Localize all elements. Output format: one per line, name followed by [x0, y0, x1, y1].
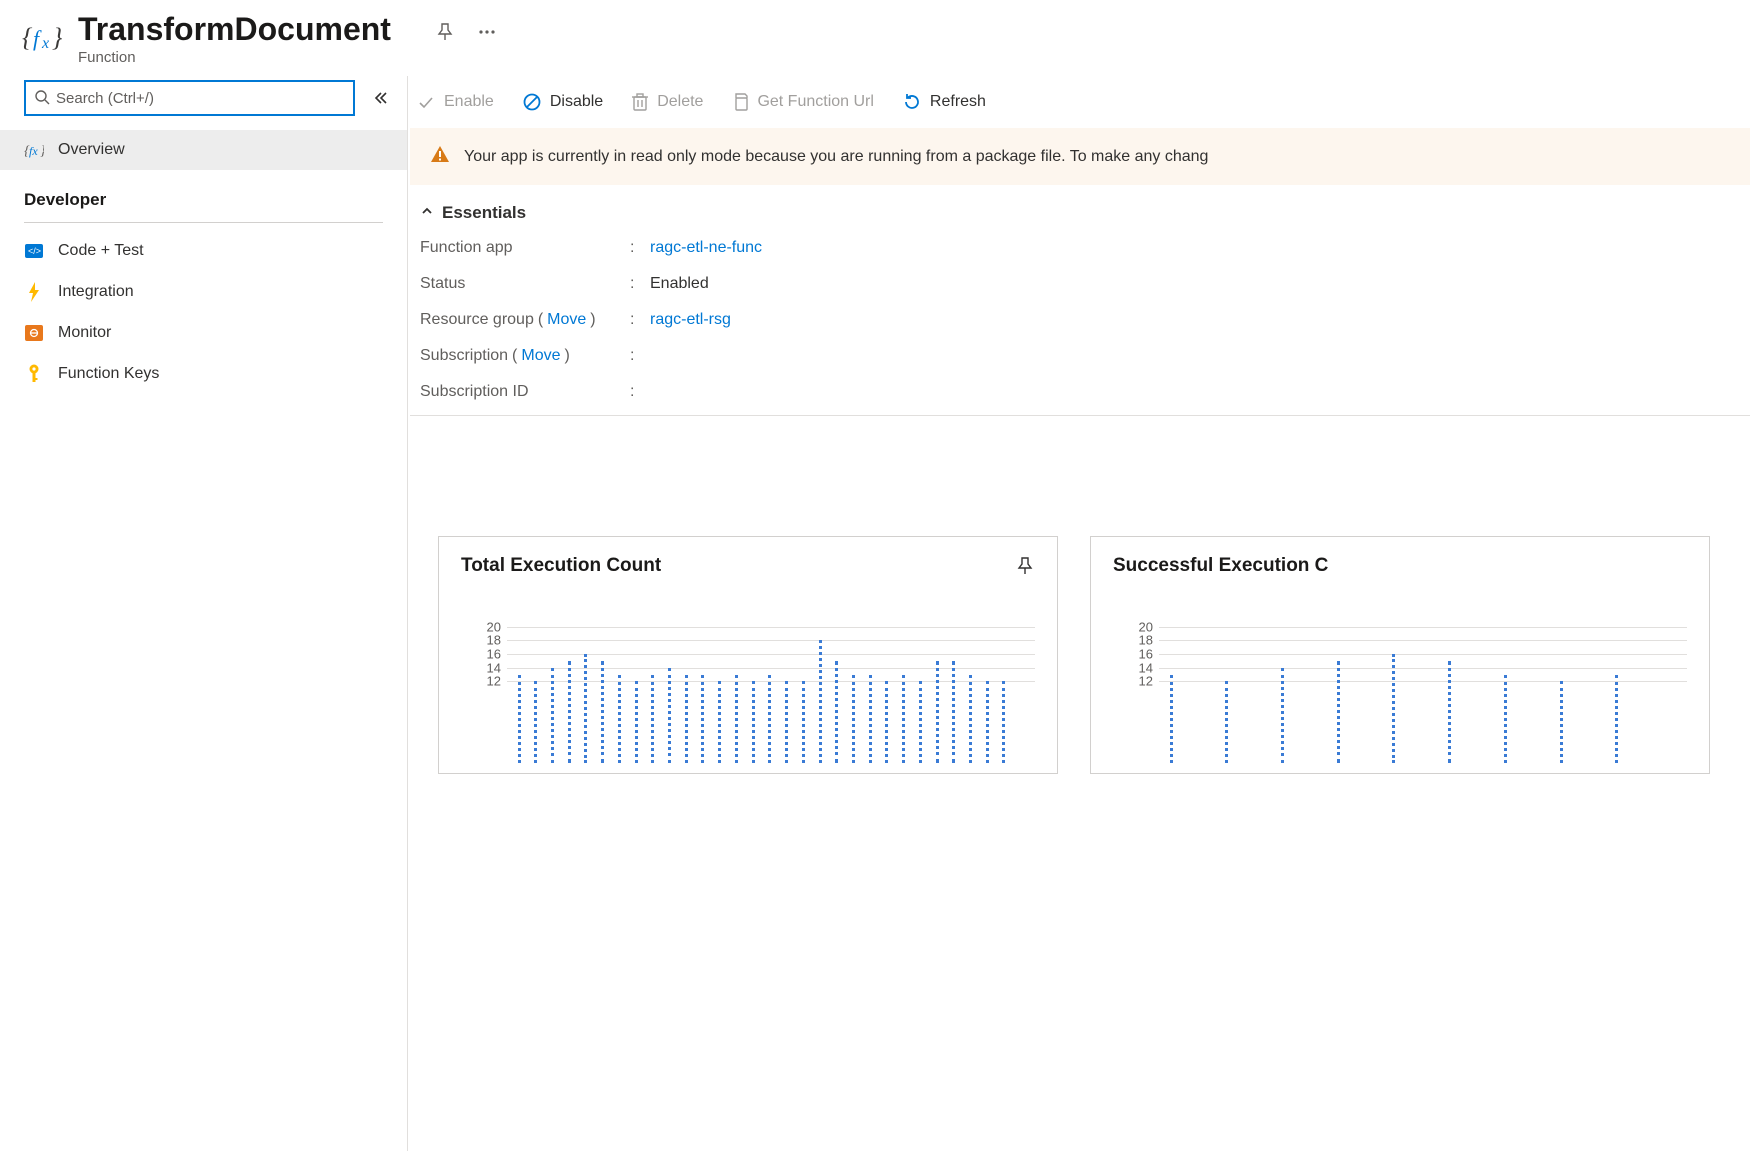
essentials-label: Essentials	[442, 203, 526, 223]
toolbar-label: Disable	[550, 93, 603, 111]
sidebar-item-code-test[interactable]: </> Code + Test	[0, 231, 407, 271]
search-icon	[34, 89, 50, 108]
block-icon	[522, 92, 542, 112]
sidebar-item-label: Monitor	[58, 324, 111, 342]
toolbar-label: Delete	[657, 93, 703, 111]
refresh-icon	[902, 92, 922, 112]
ess-subscription-label: Subscription (Move)	[420, 347, 630, 365]
pin-button[interactable]	[435, 22, 455, 42]
sidebar-divider	[24, 222, 383, 223]
more-button[interactable]	[477, 22, 497, 42]
key-icon	[24, 364, 44, 384]
chart-card-successful-execution: Successful Execution C 1214161820	[1090, 536, 1710, 774]
ess-function-app-link[interactable]: ragc-etl-ne-func	[650, 239, 762, 257]
sidebar-item-label: Code + Test	[58, 242, 144, 260]
toolbar-label: Refresh	[930, 93, 986, 111]
svg-text:x: x	[41, 35, 49, 52]
page-subtitle: Function	[78, 49, 391, 66]
search-input-wrapper[interactable]	[24, 80, 355, 116]
move-subscription-link[interactable]: Move	[521, 347, 560, 365]
chart-plot-area: 1214161820	[1113, 613, 1687, 763]
ess-subscription-id-label: Subscription ID	[420, 383, 630, 401]
page-title: TransformDocument	[78, 12, 391, 47]
sidebar-item-monitor[interactable]: Monitor	[0, 313, 407, 353]
ess-resource-group-label: Resource group (Move)	[420, 311, 630, 329]
svg-text:fx: fx	[29, 144, 38, 158]
ess-status-label: Status	[420, 275, 630, 293]
chevron-up-icon	[420, 203, 434, 223]
svg-text:{: {	[22, 23, 33, 52]
ess-resource-group-link[interactable]: ragc-etl-rsg	[650, 311, 731, 329]
sidebar-item-integration[interactable]: Integration	[0, 271, 407, 313]
move-resource-group-link[interactable]: Move	[547, 311, 586, 329]
copy-icon	[731, 92, 749, 112]
sidebar-section-developer: Developer	[0, 170, 407, 218]
svg-text:</>: </>	[28, 246, 41, 256]
chart-title: Total Execution Count	[461, 555, 661, 577]
toolbar-label: Enable	[444, 93, 494, 111]
lightning-icon	[24, 282, 44, 302]
code-icon: </>	[24, 244, 44, 258]
readonly-warning-banner: Your app is currently in read only mode …	[410, 128, 1750, 185]
chart-card-total-execution: Total Execution Count 1214161820	[438, 536, 1058, 774]
svg-text:}: }	[52, 23, 62, 52]
toolbar: Enable Disable Delete	[408, 76, 1750, 128]
ess-status-value: Enabled	[650, 275, 709, 293]
essentials-toggle[interactable]: Essentials	[420, 203, 1740, 223]
function-icon: { f x }	[20, 16, 62, 58]
svg-text:}: }	[40, 144, 44, 159]
svg-text:f: f	[33, 26, 42, 51]
pin-chart-button[interactable]	[1015, 556, 1035, 576]
trash-icon	[631, 92, 649, 112]
toolbar-label: Get Function Url	[757, 93, 873, 111]
warning-icon	[430, 144, 450, 169]
disable-button[interactable]: Disable	[522, 92, 603, 112]
sidebar-item-function-keys[interactable]: Function Keys	[0, 353, 407, 395]
sidebar-item-label: Integration	[58, 283, 134, 301]
check-icon	[416, 92, 436, 112]
function-small-icon: { fx }	[24, 141, 44, 159]
enable-button: Enable	[416, 92, 494, 112]
delete-button: Delete	[631, 92, 703, 112]
get-function-url-button: Get Function Url	[731, 92, 873, 112]
collapse-sidebar-button[interactable]	[369, 86, 393, 110]
monitor-icon	[24, 325, 44, 341]
search-input[interactable]	[56, 90, 345, 107]
chart-title: Successful Execution C	[1113, 555, 1328, 577]
refresh-button[interactable]: Refresh	[902, 92, 986, 112]
sidebar-item-label: Overview	[58, 141, 125, 159]
sidebar-item-label: Function Keys	[58, 365, 159, 383]
chart-plot-area: 1214161820	[461, 613, 1035, 763]
sidebar-item-overview[interactable]: { fx } Overview	[0, 130, 407, 170]
banner-text: Your app is currently in read only mode …	[464, 148, 1208, 166]
ess-function-app-label: Function app	[420, 239, 630, 257]
